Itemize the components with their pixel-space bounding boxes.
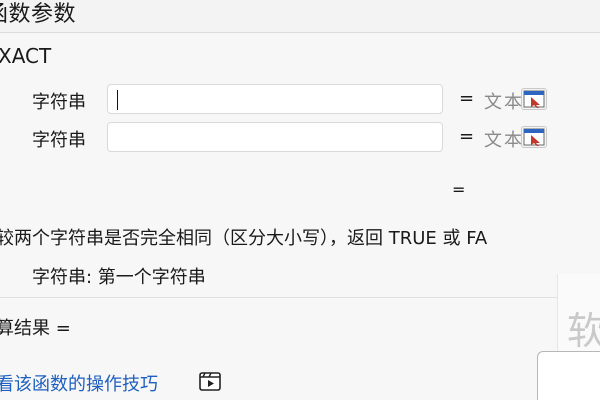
collapse-dialog-icon	[523, 90, 545, 108]
formula-result-equals: =	[452, 180, 466, 199]
collapse-dialog-icon	[523, 128, 545, 146]
arg2-label: 字符串	[32, 130, 86, 151]
section-divider	[0, 297, 560, 298]
text-caret	[117, 90, 118, 110]
arg1-equals: =	[459, 88, 475, 109]
ok-button[interactable]	[537, 351, 600, 400]
arg2-equals: =	[459, 126, 475, 147]
dialog-title: 函数参数	[0, 2, 77, 27]
watermark: 软	[567, 309, 600, 353]
dialog-titlebar: 函数参数	[0, 0, 600, 33]
arg1-input[interactable]	[107, 84, 547, 114]
arg1-collapse-button[interactable]	[521, 88, 547, 110]
argument-description: 字符串: 第一个字符串	[32, 267, 206, 288]
calculation-result: 算结果 =	[0, 318, 71, 339]
function-name: XACT	[0, 44, 56, 68]
function-description: 较两个字符串是否完全相同（区分大小写），返回 TRUE 或 FA	[0, 228, 488, 249]
arg2-collapse-button[interactable]	[521, 126, 547, 148]
arg1-hint: 文本	[484, 92, 524, 113]
arg2-input[interactable]	[107, 122, 547, 152]
video-icon[interactable]	[199, 372, 221, 391]
arg2-hint: 文本	[484, 130, 524, 151]
function-help-link[interactable]: 看该函数的操作技巧	[0, 370, 158, 396]
arg1-label: 字符串	[32, 92, 86, 113]
